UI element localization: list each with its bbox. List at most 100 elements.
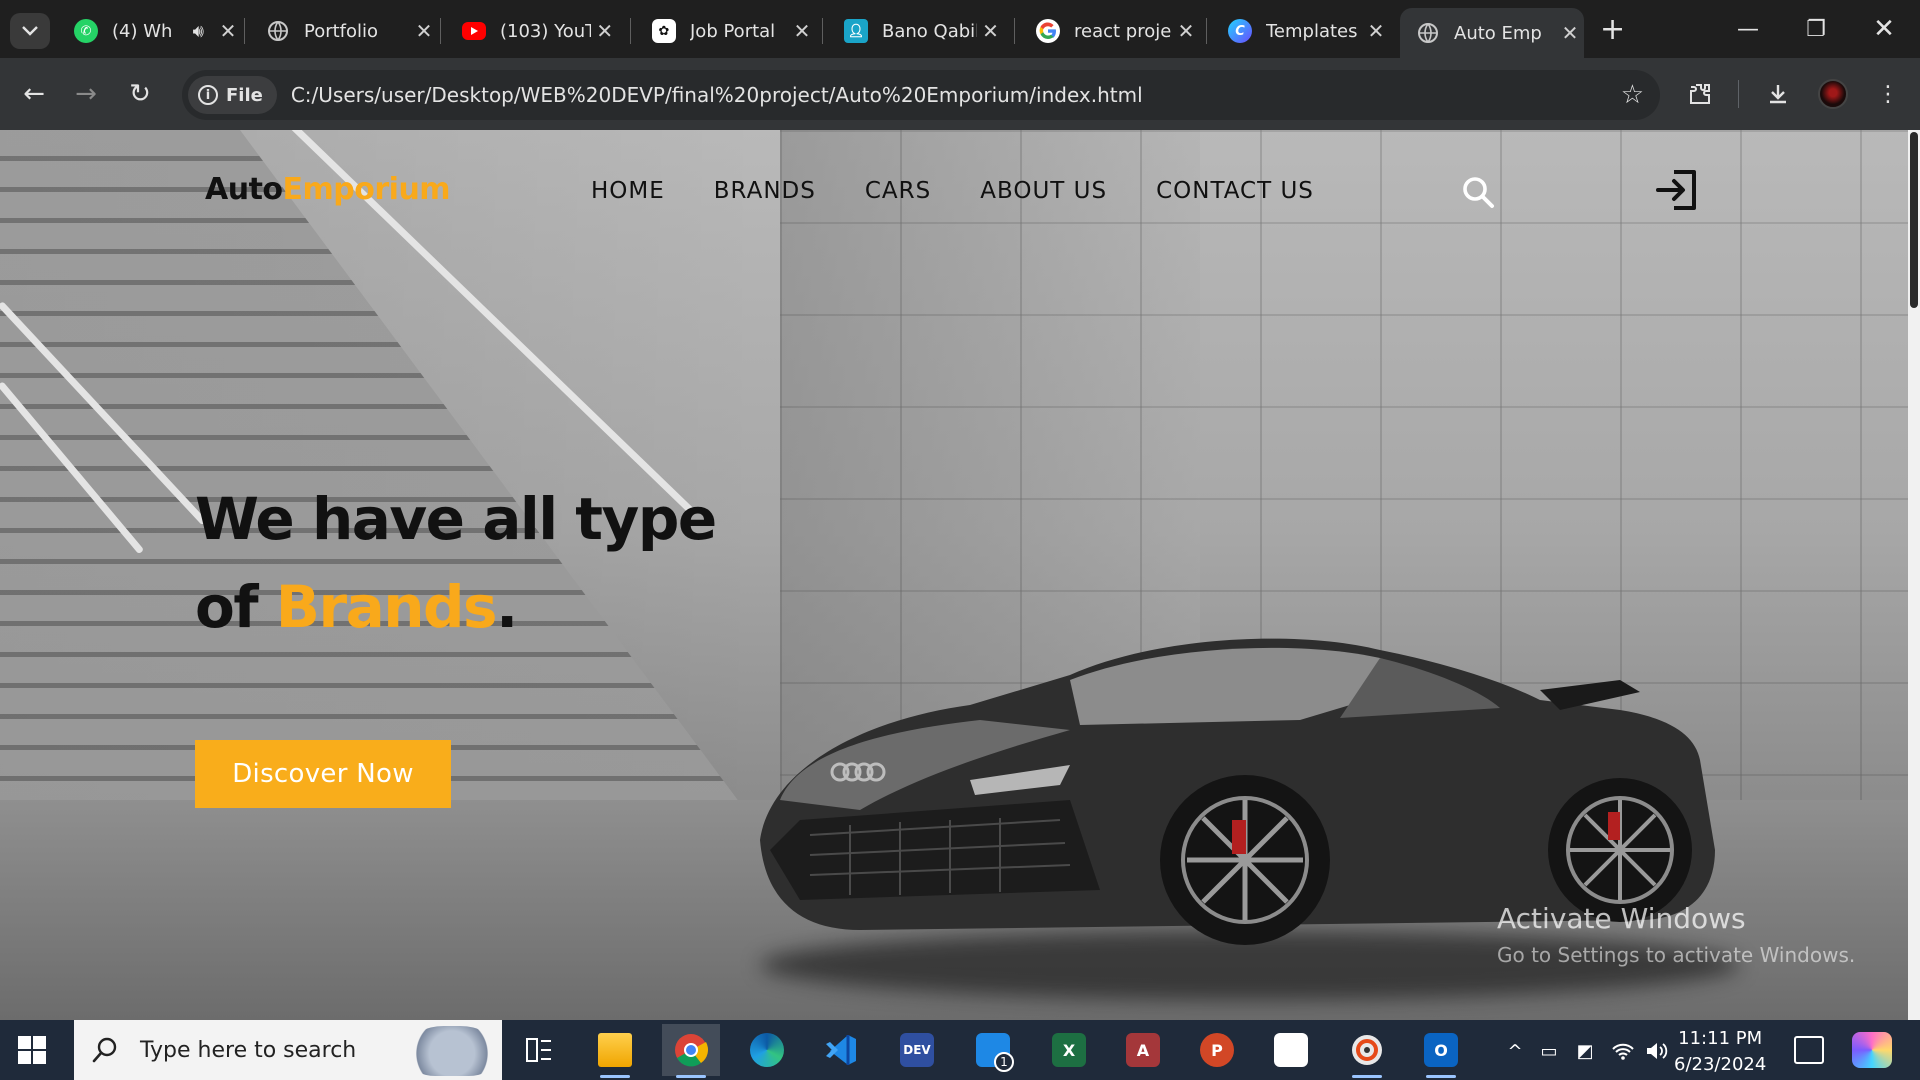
access-icon[interactable]: A	[1114, 1024, 1172, 1076]
tab-title: Bano Qabil	[882, 20, 977, 42]
tab-separator	[1206, 18, 1207, 44]
system-clock[interactable]: 11:11 PM 6/23/2024	[1674, 1026, 1766, 1078]
profile-avatar[interactable]	[1818, 79, 1848, 109]
vscode-icon[interactable]	[812, 1024, 870, 1076]
nav-cars[interactable]: CARS	[865, 178, 931, 204]
google-icon	[1036, 19, 1060, 43]
scheme-label: File	[226, 84, 263, 106]
tab-separator	[630, 18, 631, 44]
wifi-icon[interactable]	[1610, 1038, 1636, 1064]
globe-icon	[266, 19, 290, 43]
restore-icon[interactable]: ❐	[1786, 8, 1846, 50]
window-close-icon[interactable]: ✕	[1854, 8, 1914, 50]
minimize-icon[interactable]: —	[1718, 8, 1778, 50]
windows-taskbar: Type here to search DEV 1 X A P O ^ ▭ ◩ …	[0, 1020, 1920, 1080]
hero-line-1: We have all type	[195, 485, 717, 553]
login-icon[interactable]	[1654, 166, 1702, 214]
hero-line-2: of Brands.	[195, 563, 716, 651]
close-icon[interactable]: ✕	[410, 19, 438, 43]
store-icon[interactable]	[1262, 1024, 1320, 1076]
browser-tab-strip: ✆ (4) Wh 🔊︎ ✕ Portfolio ✕ (103) YouT ✕ ✿…	[0, 0, 1920, 58]
watermark-title: Activate Windows	[1497, 902, 1746, 935]
outlook-new-icon[interactable]: O	[1412, 1024, 1470, 1078]
mail-icon[interactable]: 1	[964, 1024, 1022, 1076]
watermark-subtitle: Go to Settings to activate Windows.	[1497, 943, 1856, 967]
clock-time: 11:11 PM	[1678, 1028, 1763, 1049]
chevron-down-icon	[22, 26, 38, 36]
url-text[interactable]: C:/Users/user/Desktop/WEB%20DEVP/final%2…	[291, 83, 1143, 107]
tab-title: (103) YouT	[500, 20, 592, 42]
openai-icon: ✿	[652, 19, 676, 43]
tab-title: (4) Wh	[112, 20, 173, 42]
close-icon[interactable]: ✕	[1172, 19, 1200, 43]
download-icon[interactable]	[1760, 76, 1796, 112]
reload-icon[interactable]: ↻	[122, 76, 158, 112]
nav-contact-us[interactable]: CONTACT US	[1156, 178, 1314, 204]
whatsapp-icon: ✆	[74, 19, 98, 43]
speaker-icon[interactable]: 🔊︎	[193, 21, 204, 42]
excel-icon[interactable]: X	[1040, 1024, 1098, 1076]
close-icon[interactable]: ✕	[214, 19, 242, 43]
clock-date: 6/23/2024	[1674, 1054, 1767, 1075]
search-icon	[92, 1037, 117, 1063]
tab-auto-emporium[interactable]: Auto Emp ✕	[1400, 8, 1584, 58]
tab-search-button[interactable]	[10, 13, 50, 49]
notification-center-icon[interactable]	[1794, 1036, 1824, 1064]
volume-icon[interactable]	[1644, 1038, 1670, 1064]
tab-templates[interactable]: C Templates ✕	[1212, 10, 1390, 52]
hero-accent-word: Brands	[275, 573, 498, 641]
address-bar[interactable]: i File C:/Users/user/Desktop/WEB%20DEVP/…	[182, 70, 1660, 120]
edge-icon[interactable]	[738, 1024, 796, 1076]
nav-home[interactable]: HOME	[591, 178, 665, 204]
chevron-up-icon[interactable]: ^	[1502, 1038, 1528, 1064]
youtube-icon	[462, 22, 486, 40]
kebab-menu-icon[interactable]: ⋮	[1870, 76, 1906, 112]
close-icon[interactable]: ✕	[591, 19, 618, 43]
windows-start-icon[interactable]	[18, 1036, 46, 1064]
tab-job-portal[interactable]: ✿ Job Portal ✕	[636, 10, 816, 52]
task-view-icon[interactable]	[510, 1024, 568, 1076]
chrome-icon[interactable]	[662, 1024, 720, 1078]
tab-portfolio[interactable]: Portfolio ✕	[250, 10, 438, 52]
security-icon[interactable]: ◩	[1572, 1038, 1598, 1064]
back-icon[interactable]: ←	[16, 76, 52, 112]
extensions-icon[interactable]	[1682, 76, 1718, 112]
hero-suffix: .	[496, 573, 518, 641]
globe-icon	[1416, 21, 1440, 45]
close-icon[interactable]: ✕	[1362, 19, 1390, 43]
close-icon[interactable]: ✕	[977, 19, 1004, 43]
bookmark-star-icon[interactable]: ☆	[1621, 80, 1644, 110]
site-logo[interactable]: AutoEmporium	[205, 172, 451, 207]
tab-separator	[244, 18, 245, 44]
taskbar-search-box[interactable]: Type here to search	[74, 1020, 502, 1080]
close-icon[interactable]: ✕	[788, 19, 816, 43]
tab-title: Portfolio	[304, 20, 379, 42]
site-info-chip[interactable]: i File	[188, 76, 277, 114]
battery-icon[interactable]: ▭	[1536, 1038, 1562, 1064]
copilot-icon[interactable]	[1852, 1032, 1892, 1068]
discover-now-button[interactable]: Discover Now	[195, 740, 451, 808]
file-explorer-icon[interactable]	[586, 1024, 644, 1078]
nav-brands[interactable]: BRANDS	[714, 178, 816, 204]
tab-react-project[interactable]: react proje ✕	[1020, 10, 1200, 52]
dev-home-icon[interactable]: DEV	[888, 1024, 946, 1076]
toolbar-divider	[1738, 80, 1739, 108]
forward-icon[interactable]: →	[68, 76, 104, 112]
tab-whatsapp[interactable]: ✆ (4) Wh 🔊︎ ✕	[58, 10, 242, 52]
hero-headline: We have all type of Brands.	[195, 475, 717, 651]
tab-title: Templates	[1266, 20, 1358, 42]
scrollbar-thumb[interactable]	[1910, 132, 1918, 308]
nav-about-us[interactable]: ABOUT US	[980, 178, 1107, 204]
browser-toolbar: ← → ↻ i File C:/Users/user/Desktop/WEB%2…	[0, 58, 1920, 130]
search-icon[interactable]	[1460, 174, 1496, 210]
activate-windows-watermark: Activate Windows Go to Settings to activ…	[1497, 902, 1855, 967]
media-player-icon[interactable]	[1338, 1024, 1396, 1078]
close-icon[interactable]: ✕	[1556, 21, 1584, 45]
powerpoint-icon[interactable]: P	[1188, 1024, 1246, 1076]
new-tab-icon[interactable]: +	[1600, 12, 1625, 47]
tab-separator	[822, 18, 823, 44]
tab-bano-qabil[interactable]: 👤︎ Bano Qabil ✕	[828, 10, 1004, 52]
user-card-icon: 👤︎	[844, 19, 868, 43]
tab-youtube[interactable]: (103) YouT ✕	[446, 10, 618, 52]
logo-part-auto: Auto	[205, 172, 283, 207]
